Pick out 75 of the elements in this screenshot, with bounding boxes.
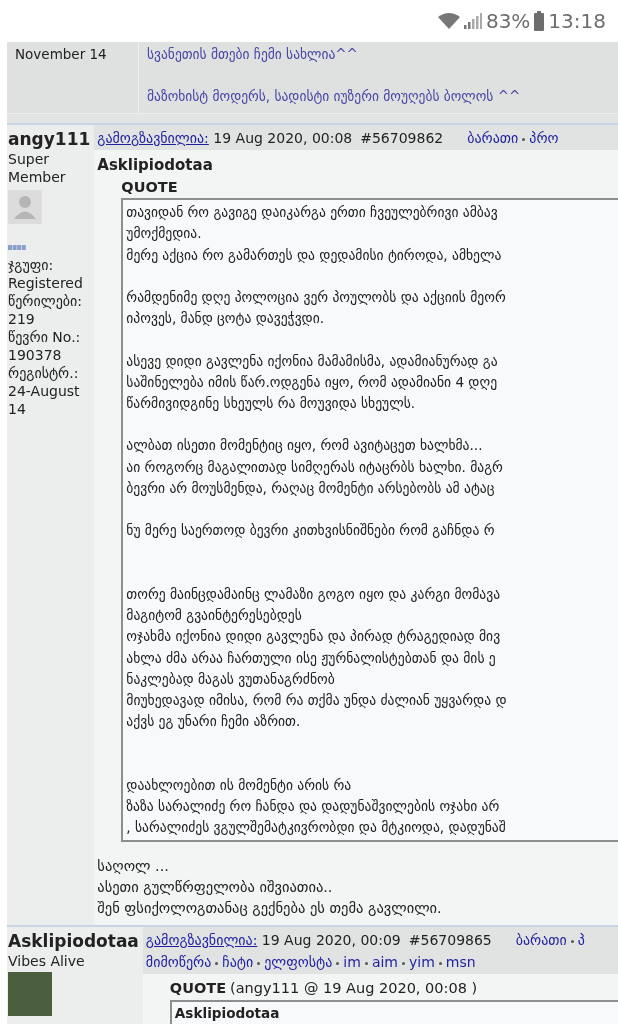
info-label: ჯგუფი: — [8, 256, 55, 274]
dot-separator-icon — [438, 961, 442, 965]
quote-line: აი როგორც მაგალითად სიმღერას იტაცრბს ხალხი. მაგრ — [126, 457, 504, 477]
reply-line: ასეთი გულწრფელობა იშვიათია.. — [97, 878, 334, 898]
quote-line: იპოვეს, მანდ ცოტა დავეჭვდი. — [126, 309, 326, 329]
info-value: 219 — [8, 310, 36, 328]
quote-label: QUOTE — [121, 177, 179, 197]
dot-separator-icon — [402, 961, 405, 965]
quote-line: უმოქმედია. — [126, 224, 203, 244]
sent-link[interactable]: გამოგზავნილია: — [145, 932, 258, 949]
profile-link[interactable]: im — [343, 954, 361, 971]
quote-line: თავიდან რო გავიგე დაიკარგა ერთი ჩვეულებრივი ამბავ — [126, 203, 499, 223]
quote-title: Asklipiodotaa — [174, 1004, 281, 1023]
quoted-author: Asklipiodotaa — [97, 155, 214, 176]
info-label: წევრი No.: — [8, 328, 82, 346]
battery-icon — [534, 11, 545, 31]
profile-link[interactable]: ბარათი — [515, 932, 567, 949]
author-name: Asklipiodotaa — [8, 930, 139, 953]
info-label: რეგისტრ.: — [8, 364, 80, 382]
profile-link[interactable]: ჩატი — [222, 954, 254, 971]
quote-line: ალბათ ისეთი მომენტიც იყო, რომ ავიტაცეთ ხალხმა... — [126, 436, 484, 456]
signal-icon — [463, 13, 482, 29]
dot-separator-icon — [336, 961, 340, 965]
profile-link[interactable]: ელფოსტა — [264, 954, 333, 971]
profile-link[interactable]: მიმოწერა — [145, 954, 212, 971]
post-number: #56709862 — [360, 130, 444, 146]
dot-separator-icon — [257, 961, 261, 965]
info-value: 190378 — [8, 346, 63, 364]
wifi-icon — [437, 13, 460, 29]
avatar-photo-placeholder — [8, 972, 52, 1017]
quote-line: ნაკლებად მაგას ვუთანაგრძნობ — [126, 669, 336, 689]
profile-link[interactable]: პრო — [529, 130, 559, 146]
quote-line: ზაზა სარალიძე რო ჩანდა და დადუნაშვილების ოჯახი არ — [126, 796, 501, 816]
quote-line: ახლა ძმა არაა ჩართული ისე ჟურნალისტებთან და მის ე — [126, 648, 497, 668]
dot-separator-icon — [364, 961, 368, 965]
signature-line: სვანეთის მთები ჩემი სახლია^^ — [147, 45, 359, 64]
quote-line: წარმივიდგინე სხეულს რა მოუვიდა სხეულს. — [126, 394, 417, 414]
quote-label: QUOTE — [169, 980, 227, 997]
post-date: 19 Aug 2020, 00:08 — [212, 130, 353, 146]
quote-line: მაგიტომ გვაინტერესებდეს — [126, 606, 303, 626]
quote-line: მიუხედავად იმისა, რომ რა თქმა უნდა ძალიან უყვარდა დ — [126, 690, 508, 710]
reply-line: შენ ფსიქოლოგთანაც გექნება ეს თემა გავლილი. — [97, 899, 443, 919]
profile-link[interactable]: ბარათი — [467, 130, 519, 146]
dot-separator-icon — [215, 961, 219, 965]
dot-separator-icon — [570, 939, 574, 943]
member-title: Super Member — [8, 150, 67, 186]
profile-link[interactable]: msn — [445, 954, 476, 971]
quote-source: (angy111 @ 19 Aug 2020, 00:08 ) — [230, 980, 478, 997]
dot-separator-icon — [522, 137, 526, 141]
quote-line: თორე მაინცდამაინც ლამაზი გოგო იყო და კარგი მომავა — [126, 584, 502, 604]
post-date: 19 Aug 2020, 00:09 — [260, 932, 401, 949]
clock-time: 13:18 — [548, 8, 606, 35]
battery-percent: 83% — [485, 8, 531, 35]
member-title: Vibes Alive — [8, 952, 86, 971]
profile-link[interactable]: პ — [577, 932, 585, 949]
quote-line: საშინელება იმის წარ.ოდგენა იყო, რომ ადამიანი 4 დღე — [126, 372, 499, 392]
quote-line: ოჯახმა იქონია დიდი გავლენა და პირად ტრაგედიად მივ — [126, 627, 502, 647]
info-value: 24-August 14 — [8, 382, 81, 418]
quote-line: ნუ მერე საერთოდ ბევრი კითხვისნიშნები რომ გაჩნდა რ — [126, 521, 496, 541]
author-name: angy111 — [8, 128, 91, 150]
profile-link[interactable]: yim — [409, 954, 435, 971]
quote-line: , სარალიძეს ვგულშემატკივრობდი და მტკიოდა, დადუნაშ — [126, 818, 507, 838]
info-label: წერილები: — [8, 292, 83, 310]
quote-line: ასევე დიდი გავლენა იქონია მამამისმა, ადამიანურად გა — [126, 351, 499, 371]
signature-line: მაზოხისტ მოდერს, სადისტი იუზერი მოუღებს ბოლოს ^^ — [147, 87, 521, 106]
quote-line: მერე აქცია რო გამართეს და დედამისი ტიროდა, ამხელა — [126, 245, 503, 265]
post-number: #56709865 — [408, 932, 492, 949]
quote-line: დაახლოებით ის მომენტი არის რა — [126, 775, 353, 795]
profile-link[interactable]: aim — [371, 954, 398, 971]
info-value: Registered — [8, 274, 84, 292]
reply-line: საღოლ ... — [97, 857, 170, 877]
sent-link[interactable]: გამოგზავნილია: — [97, 130, 209, 146]
quote-line: აქვს ეგ უნარი ჩემი აზრით. — [126, 712, 302, 732]
quote-line: ბევრი არ მოუსმენდა, რაღაც მომენტი არსებობს ამ ატაც — [126, 478, 496, 498]
quote-line: რამდენიმე დღე პოლოცია ვერ პოულობს და აქციის მეორ — [126, 288, 507, 308]
